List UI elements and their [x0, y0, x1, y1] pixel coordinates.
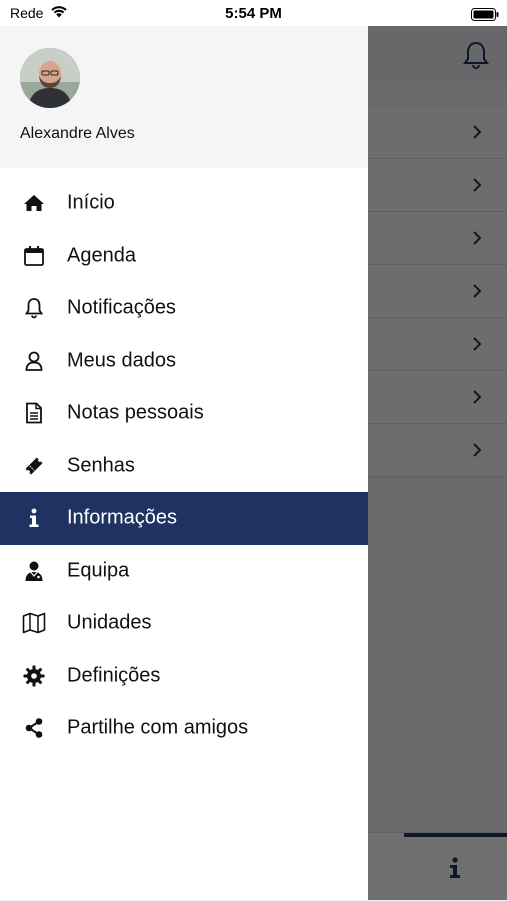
menu-item-label: Agenda: [67, 244, 136, 267]
share-icon: [22, 716, 46, 740]
menu-item-label: Meus dados: [67, 349, 176, 372]
gear-icon: [22, 664, 46, 688]
drawer-header: Alexandre Alves: [0, 26, 368, 168]
map-icon: [22, 611, 46, 635]
menu-item-label: Início: [67, 191, 115, 214]
menu-item-label: Definições: [67, 664, 161, 687]
team-icon: [22, 559, 46, 583]
menu-item-senhas[interactable]: Senhas: [0, 440, 368, 493]
menu-item-notificacoes[interactable]: Notificações: [0, 282, 368, 335]
menu-item-label: Unidades: [67, 611, 152, 634]
menu-item-label: Equipa: [67, 559, 130, 582]
menu-item-unidades[interactable]: Unidades: [0, 597, 368, 650]
menu-item-label: Senhas: [67, 454, 135, 477]
clock: 5:54 PM: [225, 5, 282, 22]
battery-icon: [471, 8, 499, 26]
info-icon: [22, 506, 46, 530]
menu-item-notas-pessoais[interactable]: Notas pessoais: [0, 387, 368, 440]
navigation-drawer: Alexandre Alves Início Agenda Notificaçõ…: [0, 26, 368, 900]
calendar-icon: [22, 244, 46, 268]
user-icon: [22, 349, 46, 373]
menu-item-label: Partilhe com amigos: [67, 716, 249, 739]
avatar[interactable]: [20, 48, 80, 108]
menu-item-partilhe[interactable]: Partilhe com amigos: [0, 702, 368, 755]
menu-item-agenda[interactable]: Agenda: [0, 230, 368, 283]
user-name: Alexandre Alves: [20, 125, 135, 142]
status-bar: Rede 5:54 PM: [0, 0, 507, 26]
bell-icon: [22, 296, 46, 320]
menu-item-equipa[interactable]: Equipa: [0, 545, 368, 598]
menu-item-definicoes[interactable]: Definições: [0, 650, 368, 703]
menu-item-inicio[interactable]: Início: [0, 177, 368, 230]
menu-item-meus-dados[interactable]: Meus dados: [0, 335, 368, 388]
menu-item-label: Notificações: [67, 296, 176, 319]
menu-item-informacoes[interactable]: Informações: [0, 492, 368, 545]
home-icon: [22, 191, 46, 215]
ticket-icon: [22, 454, 46, 478]
menu-item-label: Notas pessoais: [67, 401, 204, 424]
document-icon: [22, 401, 46, 425]
menu-item-label: Informações: [67, 506, 178, 529]
drawer-menu: Início Agenda Notificações Meus dados No…: [0, 177, 368, 755]
